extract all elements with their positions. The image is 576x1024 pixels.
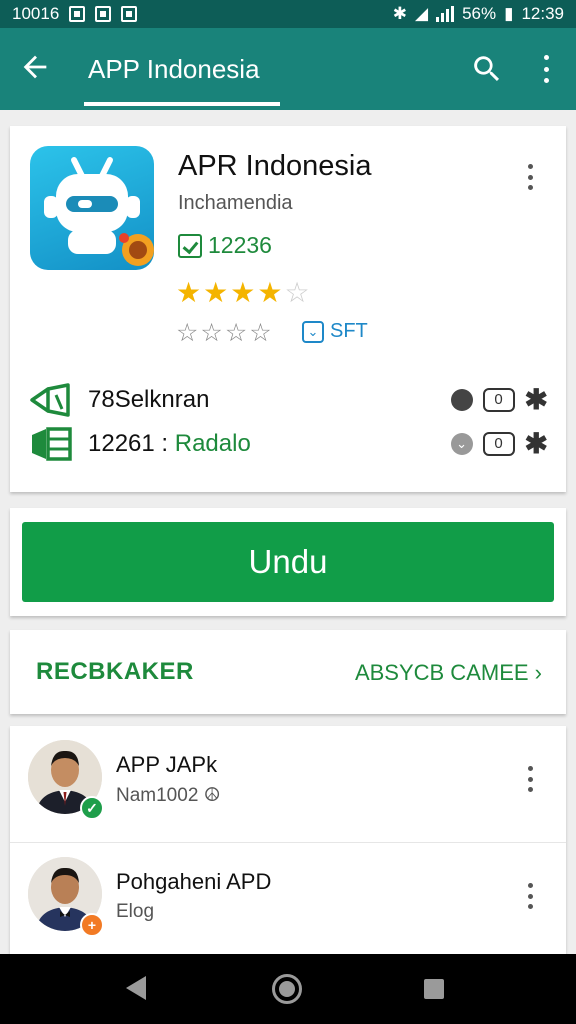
back-button[interactable] <box>18 50 52 84</box>
user-rating-stars[interactable]: ☆☆☆☆ <box>176 318 274 348</box>
check-icon: ✓ <box>80 796 104 820</box>
list-item-name: Pohgaheni APD <box>116 869 272 894</box>
app-info-card: APR Indonesia Inchamendia 12236 ★★★★☆ ☆☆… <box>10 126 566 492</box>
megaphone-icon <box>30 383 70 417</box>
nav-back-icon[interactable] <box>126 976 146 1000</box>
zero-box: 0 <box>482 432 515 456</box>
asterisk-icon[interactable]: ✱ <box>525 386 548 414</box>
stat-row: 12261 : Radalo ⌄ 0 ✱ <box>28 424 548 464</box>
star-outline-icon: ☆ <box>284 277 312 308</box>
sft-badge: ⌄ SFT <box>302 320 368 343</box>
notification-icon <box>121 6 138 22</box>
clock: 12:39 <box>521 4 564 23</box>
app-icon <box>30 146 154 270</box>
download-badge-icon: ⌄ <box>302 320 324 343</box>
plus-icon: + <box>80 913 104 937</box>
download-count: 12236 <box>178 232 272 259</box>
download-count-value: 12236 <box>208 232 272 258</box>
search-icon <box>474 56 500 82</box>
star-outline-icon[interactable]: ☆ <box>176 319 200 347</box>
see-more-link[interactable]: ABSYCB CAMEE › <box>355 660 542 686</box>
star-icon: ★ <box>257 277 285 308</box>
install-card: Undu <box>10 508 566 616</box>
recommendations-card: RECBKAKER ABSYCB CAMEE › <box>10 630 566 714</box>
list-item-name: APP JAPk <box>116 752 218 777</box>
page-title: APP Indonesia <box>88 54 260 84</box>
more-vert-icon <box>543 55 549 60</box>
status-bar: 10016 ✱ ◢ 56% ▮ 12:39 <box>0 0 576 28</box>
more-vert-icon <box>527 164 533 169</box>
nav-home-icon[interactable] <box>272 974 302 1004</box>
arrow-left-icon <box>23 55 47 79</box>
star-icon: ★ <box>203 277 231 308</box>
battery-text: 56% <box>462 4 497 23</box>
star-icon: ★ <box>230 277 258 308</box>
app-menu-button[interactable] <box>518 160 542 194</box>
stat-text: 78Selknran <box>88 386 210 413</box>
chevron-right-icon: › <box>534 660 542 685</box>
star-outline-icon[interactable]: ☆ <box>200 319 224 347</box>
nav-recents-icon[interactable] <box>424 979 444 999</box>
star-outline-icon[interactable]: ☆ <box>225 319 249 347</box>
app-bar: APP Indonesia <box>0 28 576 110</box>
star-icon: ★ <box>176 277 204 308</box>
circle-icon <box>450 389 473 411</box>
more-options-button[interactable] <box>532 52 560 86</box>
title-underline <box>84 102 280 106</box>
list-item[interactable]: + Pohgaheni APD Elog <box>10 842 566 958</box>
list-item-subtitle: Nam1002 ☮ <box>116 785 221 806</box>
list-item-subtitle: Elog <box>116 901 155 922</box>
navigation-bar <box>0 954 576 1024</box>
star-outline-icon[interactable]: ☆ <box>249 319 273 347</box>
notification-icon <box>95 6 112 22</box>
wifi-icon: ◢ <box>414 4 429 23</box>
item-menu-button[interactable] <box>518 879 542 913</box>
recommendation-list: ✓ APP JAPk Nam1002 ☮ + Pohgaheni APD Elo… <box>10 726 566 958</box>
recommendations-title: RECBKAKER <box>36 658 194 685</box>
flag-icon <box>32 427 72 461</box>
bluetooth-icon: ✱ <box>392 4 407 23</box>
app-name: APR Indonesia <box>178 150 372 182</box>
more-vert-icon <box>527 883 533 888</box>
robot-icon <box>44 157 154 266</box>
battery-icon: ▮ <box>504 4 514 23</box>
status-text: 10016 <box>12 4 60 23</box>
signal-icon <box>436 6 455 22</box>
developer-name[interactable]: Inchamendia <box>178 192 293 215</box>
stat-row: 78Selknran 0 ✱ <box>28 380 548 420</box>
list-item[interactable]: ✓ APP JAPk Nam1002 ☮ <box>10 726 566 842</box>
stat-text: 12261 : Radalo <box>88 430 251 457</box>
more-vert-icon <box>527 766 533 771</box>
notification-icon <box>69 6 86 22</box>
asterisk-icon[interactable]: ✱ <box>525 430 548 458</box>
search-button[interactable] <box>470 52 504 86</box>
install-button[interactable]: Undu <box>22 522 554 602</box>
sft-label: SFT <box>330 320 368 342</box>
check-box-icon <box>178 233 202 258</box>
rating-stars: ★★★★☆ <box>176 276 312 309</box>
zero-box: 0 <box>482 388 515 412</box>
chevron-down-icon: ⌄ <box>450 433 473 455</box>
item-menu-button[interactable] <box>518 762 542 796</box>
